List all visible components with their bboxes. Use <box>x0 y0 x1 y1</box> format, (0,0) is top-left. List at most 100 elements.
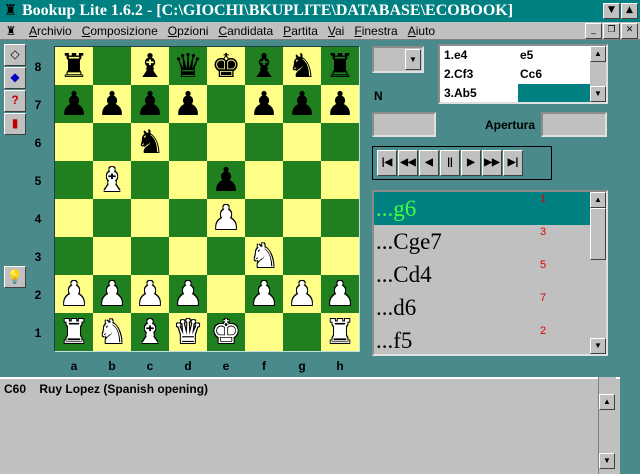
candidate-item[interactable]: ...f5 2 <box>374 324 592 354</box>
mdi-close-button[interactable]: ✕ <box>621 22 638 39</box>
black-pawn-icon[interactable]: ♟ <box>211 161 241 199</box>
board-square-h4[interactable] <box>321 199 359 237</box>
board-square-f4[interactable] <box>245 199 283 237</box>
back-many-button[interactable]: ◀◀ <box>398 150 418 176</box>
board-square-b1[interactable]: ♞ <box>93 313 131 351</box>
menu-vai[interactable]: Vai <box>323 23 349 39</box>
board-square-d8[interactable]: ♛ <box>169 47 207 85</box>
chess-rook-icon[interactable]: ♜ <box>3 3 18 19</box>
board-square-d5[interactable] <box>169 161 207 199</box>
black-bishop-icon[interactable]: ♝ <box>249 47 279 85</box>
document-icon[interactable]: ♜ <box>4 24 18 38</box>
board-square-e8[interactable]: ♚ <box>207 47 245 85</box>
eco-code-field[interactable] <box>372 112 436 137</box>
board-square-f1[interactable] <box>245 313 283 351</box>
scroll-up-icon[interactable]: ▲ <box>590 192 606 208</box>
board-square-e5[interactable]: ♟ <box>207 161 245 199</box>
back-button[interactable]: ◀ <box>419 150 439 176</box>
board-square-d4[interactable] <box>169 199 207 237</box>
black-pawn-icon[interactable]: ♟ <box>173 85 203 123</box>
board-square-c1[interactable]: ♝ <box>131 313 169 351</box>
opening-info-pane[interactable]: C60 Ruy Lopez (Spanish opening) <box>0 377 620 474</box>
board-square-b7[interactable]: ♟ <box>93 85 131 123</box>
white-pawn-icon[interactable]: ♟ <box>135 275 165 313</box>
board-square-e2[interactable] <box>207 275 245 313</box>
move-black-selected[interactable] <box>518 84 590 102</box>
forward-button[interactable]: ▶ <box>461 150 481 176</box>
board-square-c6[interactable]: ♞ <box>131 123 169 161</box>
black-rook-icon[interactable]: ♜ <box>59 47 89 85</box>
pause-button[interactable]: || <box>440 150 460 176</box>
maximize-button[interactable]: ▲ <box>621 3 638 19</box>
white-knight-icon[interactable]: ♞ <box>97 313 127 351</box>
black-pawn-icon[interactable]: ♟ <box>249 85 279 123</box>
first-move-button[interactable]: |◀ <box>377 150 397 176</box>
board-square-g8[interactable]: ♞ <box>283 47 321 85</box>
black-pawn-icon[interactable]: ♟ <box>287 85 317 123</box>
eraser-icon[interactable]: ◇ <box>4 44 26 66</box>
menu-partita[interactable]: Partita <box>278 23 323 39</box>
board-square-b3[interactable] <box>93 237 131 275</box>
help-icon[interactable]: ? <box>4 90 26 112</box>
board-square-c8[interactable]: ♝ <box>131 47 169 85</box>
scroll-down-icon[interactable]: ▼ <box>590 338 606 354</box>
black-knight-icon[interactable]: ♞ <box>135 123 165 161</box>
menu-opzioni[interactable]: Opzioni <box>163 23 214 39</box>
scroll-down-icon[interactable]: ▼ <box>590 86 606 102</box>
white-bishop-icon[interactable]: ♝ <box>135 313 165 351</box>
board-square-e1[interactable]: ♚ <box>207 313 245 351</box>
menu-aiuto[interactable]: Aiuto <box>403 23 440 39</box>
scroll-thumb[interactable] <box>590 208 606 260</box>
candidate-moves-list[interactable]: ...g6 1 ...Cge7 3 ...Cd4 5 ...d6 7 ...f5… <box>372 190 608 356</box>
candidate-item-selected[interactable]: ...g6 1 <box>374 192 592 225</box>
board-square-g5[interactable] <box>283 161 321 199</box>
candidate-item[interactable]: ...Cd4 5 <box>374 258 592 291</box>
white-rook-icon[interactable]: ♜ <box>325 313 355 351</box>
black-rook-icon[interactable]: ♜ <box>325 47 355 85</box>
board-square-h3[interactable] <box>321 237 359 275</box>
board-square-b6[interactable] <box>93 123 131 161</box>
board-square-e6[interactable] <box>207 123 245 161</box>
white-pawn-icon[interactable]: ♟ <box>173 275 203 313</box>
minimize-button[interactable]: ▼ <box>603 3 620 19</box>
board-square-d2[interactable]: ♟ <box>169 275 207 313</box>
black-pawn-icon[interactable]: ♟ <box>325 85 355 123</box>
board-square-f7[interactable]: ♟ <box>245 85 283 123</box>
board-square-e3[interactable] <box>207 237 245 275</box>
white-pawn-icon[interactable]: ♟ <box>211 199 241 237</box>
board-square-c5[interactable] <box>131 161 169 199</box>
white-pawn-icon[interactable]: ♟ <box>287 275 317 313</box>
board-square-c3[interactable] <box>131 237 169 275</box>
white-pawn-icon[interactable]: ♟ <box>325 275 355 313</box>
board-square-d3[interactable] <box>169 237 207 275</box>
chess-board[interactable]: ♜ ♝ ♛ ♚ ♝ ♞ ♜ ♟ ♟ ♟ ♟ ♟ ♟ ♟ ♞ ♝ ♟ ♟ ♞ ♟ ♟ ♟ ♟ ♟ ♟ ♟ ♜ ♞ ♝ ♛ ♚ ♜ <box>55 47 359 351</box>
mdi-restore-button[interactable]: ❐ <box>603 22 620 39</box>
white-pawn-icon[interactable]: ♟ <box>97 275 127 313</box>
board-square-b2[interactable]: ♟ <box>93 275 131 313</box>
board-square-a3[interactable] <box>55 237 93 275</box>
board-square-b5[interactable]: ♝ <box>93 161 131 199</box>
candidate-item[interactable]: ...Cge7 3 <box>374 225 592 258</box>
white-rook-icon[interactable]: ♜ <box>59 313 89 351</box>
board-square-f6[interactable] <box>245 123 283 161</box>
board-square-a8[interactable]: ♜ <box>55 47 93 85</box>
board-square-e4[interactable]: ♟ <box>207 199 245 237</box>
board-square-g6[interactable] <box>283 123 321 161</box>
forward-many-button[interactable]: ▶▶ <box>482 150 502 176</box>
scroll-up-icon[interactable]: ▲ <box>590 46 606 62</box>
black-knight-icon[interactable]: ♞ <box>287 47 317 85</box>
board-square-h1[interactable]: ♜ <box>321 313 359 351</box>
board-square-h5[interactable] <box>321 161 359 199</box>
board-square-d6[interactable] <box>169 123 207 161</box>
eraser-blue-icon[interactable]: ◆ <box>4 67 26 89</box>
board-square-h6[interactable] <box>321 123 359 161</box>
board-square-g4[interactable] <box>283 199 321 237</box>
board-square-a7[interactable]: ♟ <box>55 85 93 123</box>
board-square-c7[interactable]: ♟ <box>131 85 169 123</box>
board-square-g7[interactable]: ♟ <box>283 85 321 123</box>
n-dropdown[interactable]: ▼ <box>372 46 424 73</box>
lightbulb-icon[interactable]: 💡 <box>4 266 26 288</box>
board-square-a1[interactable]: ♜ <box>55 313 93 351</box>
black-king-icon[interactable]: ♚ <box>211 47 241 85</box>
white-queen-icon[interactable]: ♛ <box>173 313 203 351</box>
